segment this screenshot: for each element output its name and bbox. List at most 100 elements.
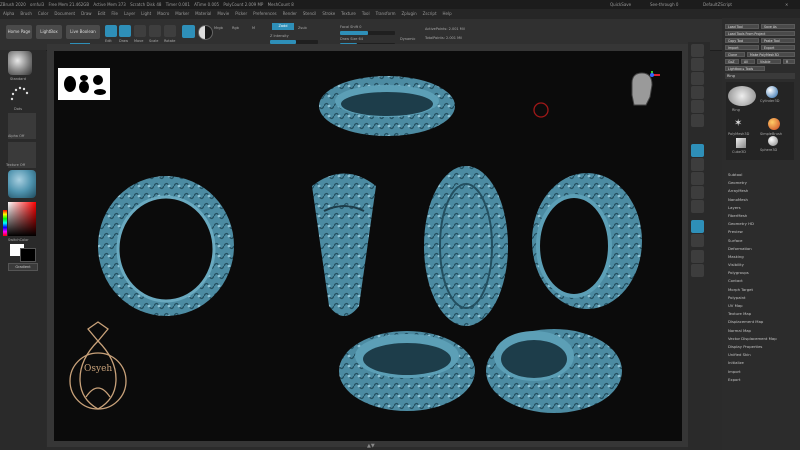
viewport-canvas[interactable]: Osyeh <box>54 51 682 441</box>
tool-subpalette-item[interactable]: Export <box>722 376 800 384</box>
tool-subpalette-item[interactable]: Display Properties <box>722 343 800 351</box>
live-boolean-button[interactable]: Live Boolean <box>66 25 100 39</box>
draw-button[interactable] <box>119 25 131 37</box>
scroll-arrows-icon[interactable]: ▲▼ <box>367 443 377 449</box>
mrgb-button[interactable]: Mrgb <box>214 26 223 30</box>
all-button[interactable]: All <box>741 59 755 64</box>
menu-item[interactable]: File <box>111 11 118 16</box>
color-picker[interactable] <box>8 202 36 236</box>
cylinder-tool-thumbnail[interactable] <box>766 86 778 98</box>
standard-brush-icon[interactable] <box>8 51 32 75</box>
shelf-button[interactable] <box>691 172 704 185</box>
shelf-button[interactable] <box>691 186 704 199</box>
menu-item[interactable]: Marker <box>175 11 189 16</box>
gradient-button[interactable]: Gradient <box>8 263 38 271</box>
import-button[interactable]: Import <box>725 45 759 50</box>
load-tools-from-project-button[interactable]: Load Tools From Project <box>725 31 795 36</box>
tool-subpalette-item[interactable]: Unified Skin <box>722 351 800 359</box>
tool-subpalette-item[interactable]: Visibility <box>722 261 800 269</box>
material-swatch-button[interactable] <box>182 25 195 38</box>
menu-item[interactable]: Macro <box>157 11 169 16</box>
shelf-button[interactable] <box>691 158 704 171</box>
tool-subpalette-item[interactable]: Contact <box>722 277 800 285</box>
shelf-button[interactable] <box>691 44 704 57</box>
scale-button[interactable] <box>149 25 161 37</box>
tool-subpalette-item[interactable]: Normal Map <box>722 327 800 335</box>
menu-item[interactable]: Tool <box>362 11 370 16</box>
load-tool-button[interactable]: Load Tool <box>725 24 759 29</box>
current-tool-name[interactable]: Ring <box>725 73 795 79</box>
edit-button[interactable] <box>105 25 117 37</box>
menu-item[interactable]: Brush <box>20 11 32 16</box>
see-through-slider[interactable]: See-through 0 <box>650 0 678 9</box>
menu-item[interactable]: Picker <box>235 11 247 16</box>
secondary-color-swatch[interactable] <box>20 248 36 262</box>
lightbox-button[interactable]: LightBox <box>36 25 62 39</box>
menu-item[interactable]: Render <box>283 11 297 16</box>
menu-item[interactable]: Draw <box>81 11 91 16</box>
menu-item[interactable]: Document <box>54 11 75 16</box>
zsub-button[interactable]: Zsub <box>298 26 307 30</box>
lightbox-tools-button[interactable]: Lightbox ▸ Tools <box>725 66 765 71</box>
tool-subpalette-item[interactable]: NanoMesh <box>722 196 800 204</box>
material-sphere-icon[interactable] <box>8 170 36 198</box>
menu-item[interactable]: Alpha <box>3 11 14 16</box>
copy-tool-button[interactable]: Copy Tool <box>725 38 759 43</box>
shelf-button[interactable] <box>691 86 704 99</box>
menu-item[interactable]: Color <box>38 11 48 16</box>
export-button[interactable]: Export <box>761 45 795 50</box>
menu-item[interactable]: Stroke <box>322 11 335 16</box>
quicksave-button[interactable]: QuickSave <box>610 0 631 9</box>
menu-item[interactable]: Zplugin <box>402 11 417 16</box>
default-zscript-button[interactable]: DefaultZScript <box>703 0 732 9</box>
ring-tool-thumbnail[interactable] <box>728 86 756 106</box>
home-page-button[interactable]: Home Page <box>6 25 32 39</box>
tool-subpalette-item[interactable]: Deformation <box>722 245 800 253</box>
save-as-button[interactable]: Save As <box>761 24 795 29</box>
sphere-tool-thumbnail[interactable] <box>768 136 778 146</box>
shelf-button[interactable] <box>691 100 704 113</box>
navigation-gizmo-icon[interactable] <box>626 71 660 111</box>
tool-subpalette-item[interactable]: Polygroups <box>722 269 800 277</box>
menu-item[interactable]: Texture <box>341 11 356 16</box>
tool-subpalette-item[interactable]: Displacement Map <box>722 318 800 326</box>
shelf-button[interactable] <box>691 114 704 127</box>
rotate-button[interactable] <box>164 25 176 37</box>
menu-item[interactable]: Stencil <box>303 11 317 16</box>
menu-item[interactable]: Zscript <box>423 11 437 16</box>
menu-item[interactable]: Layer <box>124 11 135 16</box>
tool-subpalette-item[interactable]: UV Map <box>722 302 800 310</box>
visible-button[interactable]: Visible <box>757 59 781 64</box>
tool-subpalette-item[interactable]: Polypaint <box>722 294 800 302</box>
tool-subpalette-item[interactable]: Subtool <box>722 171 800 179</box>
tool-subpalette-item[interactable]: Import <box>722 368 800 376</box>
rgb-button[interactable]: Rgb <box>232 26 239 30</box>
paste-tool-button[interactable]: Paste Tool <box>761 38 795 43</box>
simplebrush-tool-thumbnail[interactable] <box>768 118 780 130</box>
tool-subpalette-item[interactable]: FiberMesh <box>722 212 800 220</box>
tool-subpalette-item[interactable]: Vector Displacement Map <box>722 335 800 343</box>
dynamic-button[interactable]: Dynamic <box>400 37 415 41</box>
shelf-button[interactable] <box>691 234 704 247</box>
menu-item[interactable]: Transform <box>376 11 396 16</box>
menu-item[interactable]: Material <box>195 11 211 16</box>
make-polymesh3d-button[interactable]: Make PolyMesh3D <box>747 52 795 57</box>
clone-button[interactable]: Clone <box>725 52 745 57</box>
shelf-button[interactable] <box>691 58 704 71</box>
menu-item[interactable]: Light <box>141 11 151 16</box>
menu-item[interactable]: Edit <box>98 11 106 16</box>
move-button[interactable] <box>134 25 146 37</box>
tool-subpalette-item[interactable]: Texture Map <box>722 310 800 318</box>
dots-stroke-icon[interactable] <box>8 83 32 105</box>
tool-subpalette-item[interactable]: ArrayMesh <box>722 187 800 195</box>
goz-button[interactable]: GoZ <box>725 59 739 64</box>
shelf-button[interactable] <box>691 200 704 213</box>
tool-subpalette-item[interactable]: Surface <box>722 237 800 245</box>
m-button[interactable]: M <box>252 26 255 30</box>
menu-item[interactable]: Movie <box>217 11 229 16</box>
r-button[interactable]: R <box>783 59 795 64</box>
close-icon[interactable]: ✕ <box>785 0 788 9</box>
focal-shift-slider[interactable] <box>340 31 395 35</box>
tool-subpalette-item[interactable]: Masking <box>722 253 800 261</box>
tool-subpalette-item[interactable]: Preview <box>722 228 800 236</box>
